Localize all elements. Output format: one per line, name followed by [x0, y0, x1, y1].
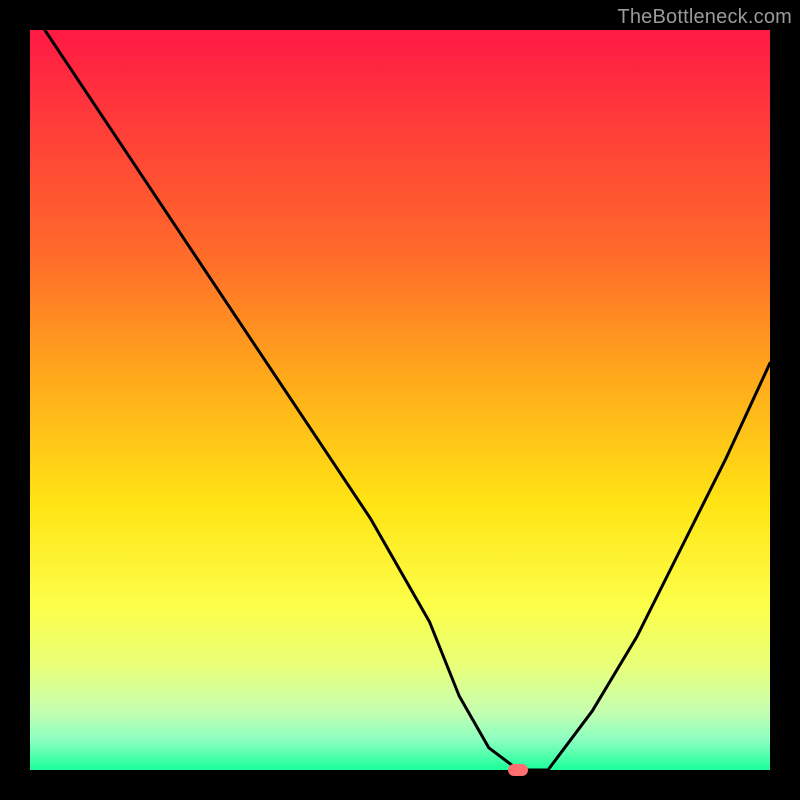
minimum-marker [508, 764, 528, 776]
plot-area [30, 30, 770, 770]
watermark-text: TheBottleneck.com [617, 6, 792, 29]
chart-container: TheBottleneck.com [0, 0, 800, 800]
bottleneck-curve [30, 30, 770, 770]
